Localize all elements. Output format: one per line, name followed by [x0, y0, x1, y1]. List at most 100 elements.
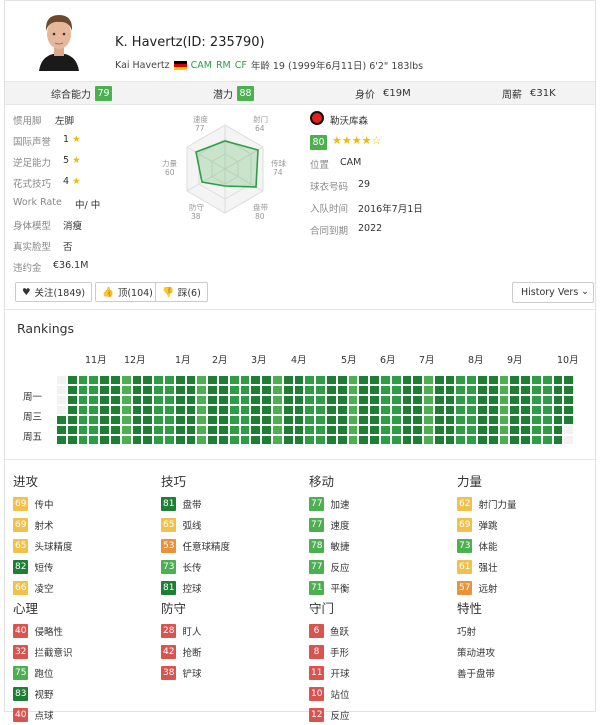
heatmap-cell[interactable]: [251, 416, 261, 424]
heatmap-cell[interactable]: [467, 406, 477, 414]
heatmap-cell[interactable]: [305, 386, 315, 394]
heatmap-cell[interactable]: [542, 396, 552, 404]
heatmap-cell[interactable]: [370, 386, 379, 394]
heatmap-cell[interactable]: [564, 406, 574, 414]
heatmap-cell[interactable]: [532, 396, 541, 404]
heatmap-cell[interactable]: [89, 416, 99, 424]
heatmap-cell[interactable]: [402, 426, 412, 434]
heatmap-cell[interactable]: [100, 426, 109, 434]
heatmap-cell[interactable]: [283, 396, 293, 404]
heatmap-cell[interactable]: [510, 386, 520, 394]
heatmap-cell[interactable]: [553, 416, 563, 424]
heatmap-cell[interactable]: [283, 436, 293, 444]
heatmap-cell[interactable]: [348, 416, 358, 424]
heatmap-cell[interactable]: [186, 386, 196, 394]
heatmap-cell[interactable]: [542, 416, 552, 424]
heatmap-cell[interactable]: [380, 376, 390, 384]
heatmap-cell[interactable]: [305, 396, 315, 404]
heatmap-cell[interactable]: [229, 436, 239, 444]
heatmap-cell[interactable]: [67, 376, 77, 384]
heatmap-cell[interactable]: [251, 426, 261, 434]
heatmap-cell[interactable]: [413, 426, 423, 434]
heatmap-cell[interactable]: [316, 406, 325, 414]
heatmap-cell[interactable]: [488, 406, 498, 414]
heatmap-cell[interactable]: [164, 386, 174, 394]
heatmap-cell[interactable]: [251, 406, 261, 414]
heatmap-cell[interactable]: [337, 406, 347, 414]
position-cam[interactable]: CAM: [191, 60, 212, 71]
heatmap-cell[interactable]: [553, 386, 563, 394]
heatmap-cell[interactable]: [488, 436, 498, 444]
heatmap-cell[interactable]: [208, 416, 217, 424]
heatmap-cell[interactable]: [521, 386, 531, 394]
heatmap-cell[interactable]: [337, 436, 347, 444]
heatmap-cell[interactable]: [434, 436, 444, 444]
heatmap-cell[interactable]: [348, 406, 358, 414]
heatmap-cell[interactable]: [121, 436, 131, 444]
heatmap-cell[interactable]: [456, 426, 466, 434]
heatmap-cell[interactable]: [262, 376, 271, 384]
heatmap-cell[interactable]: [467, 386, 477, 394]
heatmap-cell[interactable]: [57, 376, 66, 384]
heatmap-cell[interactable]: [294, 406, 304, 414]
heatmap-cell[interactable]: [337, 396, 347, 404]
history-version-select[interactable]: History Versio ⌄: [512, 282, 594, 303]
heatmap-cell[interactable]: [445, 396, 455, 404]
heatmap-cell[interactable]: [78, 396, 88, 404]
heatmap-cell[interactable]: [488, 426, 498, 434]
heatmap-cell[interactable]: [370, 426, 379, 434]
heatmap-cell[interactable]: [89, 396, 99, 404]
heatmap-cell[interactable]: [348, 426, 358, 434]
heatmap-cell[interactable]: [564, 426, 574, 434]
heatmap-cell[interactable]: [154, 386, 163, 394]
heatmap-cell[interactable]: [218, 406, 228, 414]
heatmap-cell[interactable]: [316, 386, 325, 394]
heatmap-cell[interactable]: [305, 436, 315, 444]
heatmap-cell[interactable]: [380, 386, 390, 394]
heatmap-cell[interactable]: [57, 406, 66, 414]
heatmap-cell[interactable]: [434, 406, 444, 414]
heatmap-cell[interactable]: [78, 416, 88, 424]
heatmap-cell[interactable]: [499, 416, 509, 424]
heatmap-cell[interactable]: [305, 416, 315, 424]
heatmap-cell[interactable]: [337, 416, 347, 424]
heatmap-cell[interactable]: [283, 406, 293, 414]
heatmap-cell[interactable]: [229, 386, 239, 394]
heatmap-cell[interactable]: [564, 416, 574, 424]
heatmap-cell[interactable]: [208, 406, 217, 414]
heatmap-cell[interactable]: [380, 396, 390, 404]
heatmap-cell[interactable]: [197, 376, 207, 384]
heatmap-cell[interactable]: [154, 436, 163, 444]
heatmap-cell[interactable]: [413, 416, 423, 424]
heatmap-cell[interactable]: [218, 396, 228, 404]
heatmap-cell[interactable]: [262, 386, 271, 394]
heatmap-cell[interactable]: [262, 416, 271, 424]
heatmap-cell[interactable]: [67, 386, 77, 394]
heatmap-cell[interactable]: [175, 426, 185, 434]
heatmap-cell[interactable]: [499, 386, 509, 394]
heatmap-cell[interactable]: [110, 386, 120, 394]
heatmap-cell[interactable]: [510, 406, 520, 414]
heatmap-cell[interactable]: [186, 396, 196, 404]
like-button[interactable]: 👍 顶(104): [95, 282, 160, 302]
heatmap-cell[interactable]: [262, 436, 271, 444]
heatmap-cell[interactable]: [218, 426, 228, 434]
heatmap-cell[interactable]: [143, 426, 153, 434]
heatmap-cell[interactable]: [337, 386, 347, 394]
heatmap-cell[interactable]: [553, 396, 563, 404]
heatmap-cell[interactable]: [553, 376, 563, 384]
heatmap-cell[interactable]: [186, 376, 196, 384]
heatmap-cell[interactable]: [294, 386, 304, 394]
heatmap-cell[interactable]: [521, 436, 531, 444]
heatmap-cell[interactable]: [100, 406, 109, 414]
heatmap-cell[interactable]: [326, 386, 336, 394]
heatmap-cell[interactable]: [110, 376, 120, 384]
heatmap-cell[interactable]: [521, 426, 531, 434]
heatmap-cell[interactable]: [229, 426, 239, 434]
heatmap-cell[interactable]: [262, 396, 271, 404]
heatmap-cell[interactable]: [424, 386, 433, 394]
heatmap-cell[interactable]: [143, 416, 153, 424]
heatmap-cell[interactable]: [391, 386, 401, 394]
heatmap-cell[interactable]: [132, 396, 142, 404]
heatmap-cell[interactable]: [402, 416, 412, 424]
